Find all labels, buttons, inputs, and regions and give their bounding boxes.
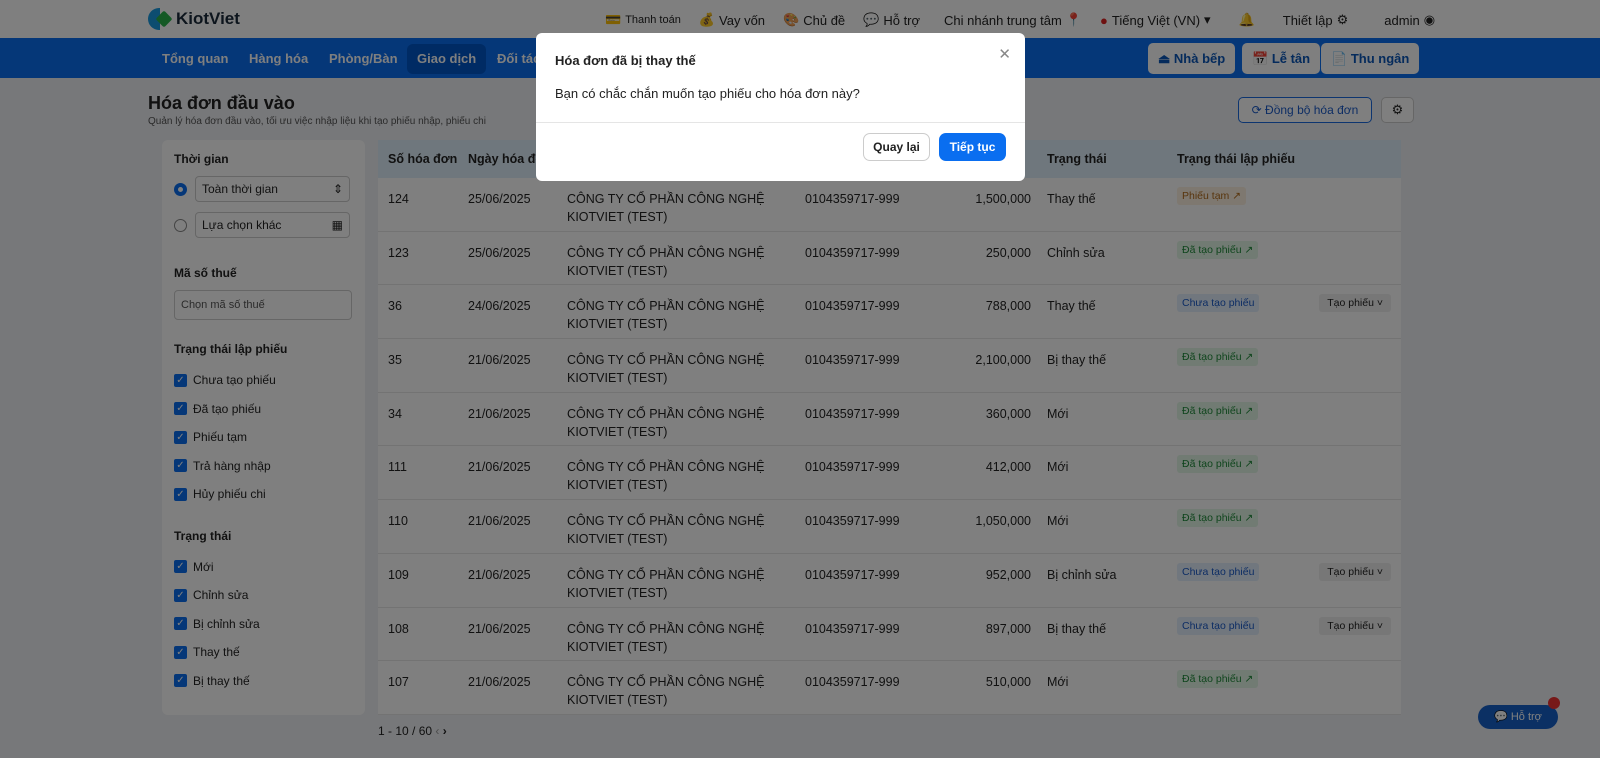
close-icon[interactable]: ✕ <box>998 45 1011 63</box>
continue-button[interactable]: Tiếp tục <box>939 133 1006 161</box>
dialog-message: Bạn có chắc chắn muốn tạo phiếu cho hóa … <box>555 86 860 101</box>
back-button[interactable]: Quay lại <box>863 133 930 161</box>
dialog-title: Hóa đơn đã bị thay thế <box>555 53 696 68</box>
confirm-dialog: Hóa đơn đã bị thay thế ✕ Bạn có chắc chắ… <box>536 33 1025 181</box>
divider <box>536 122 1025 123</box>
